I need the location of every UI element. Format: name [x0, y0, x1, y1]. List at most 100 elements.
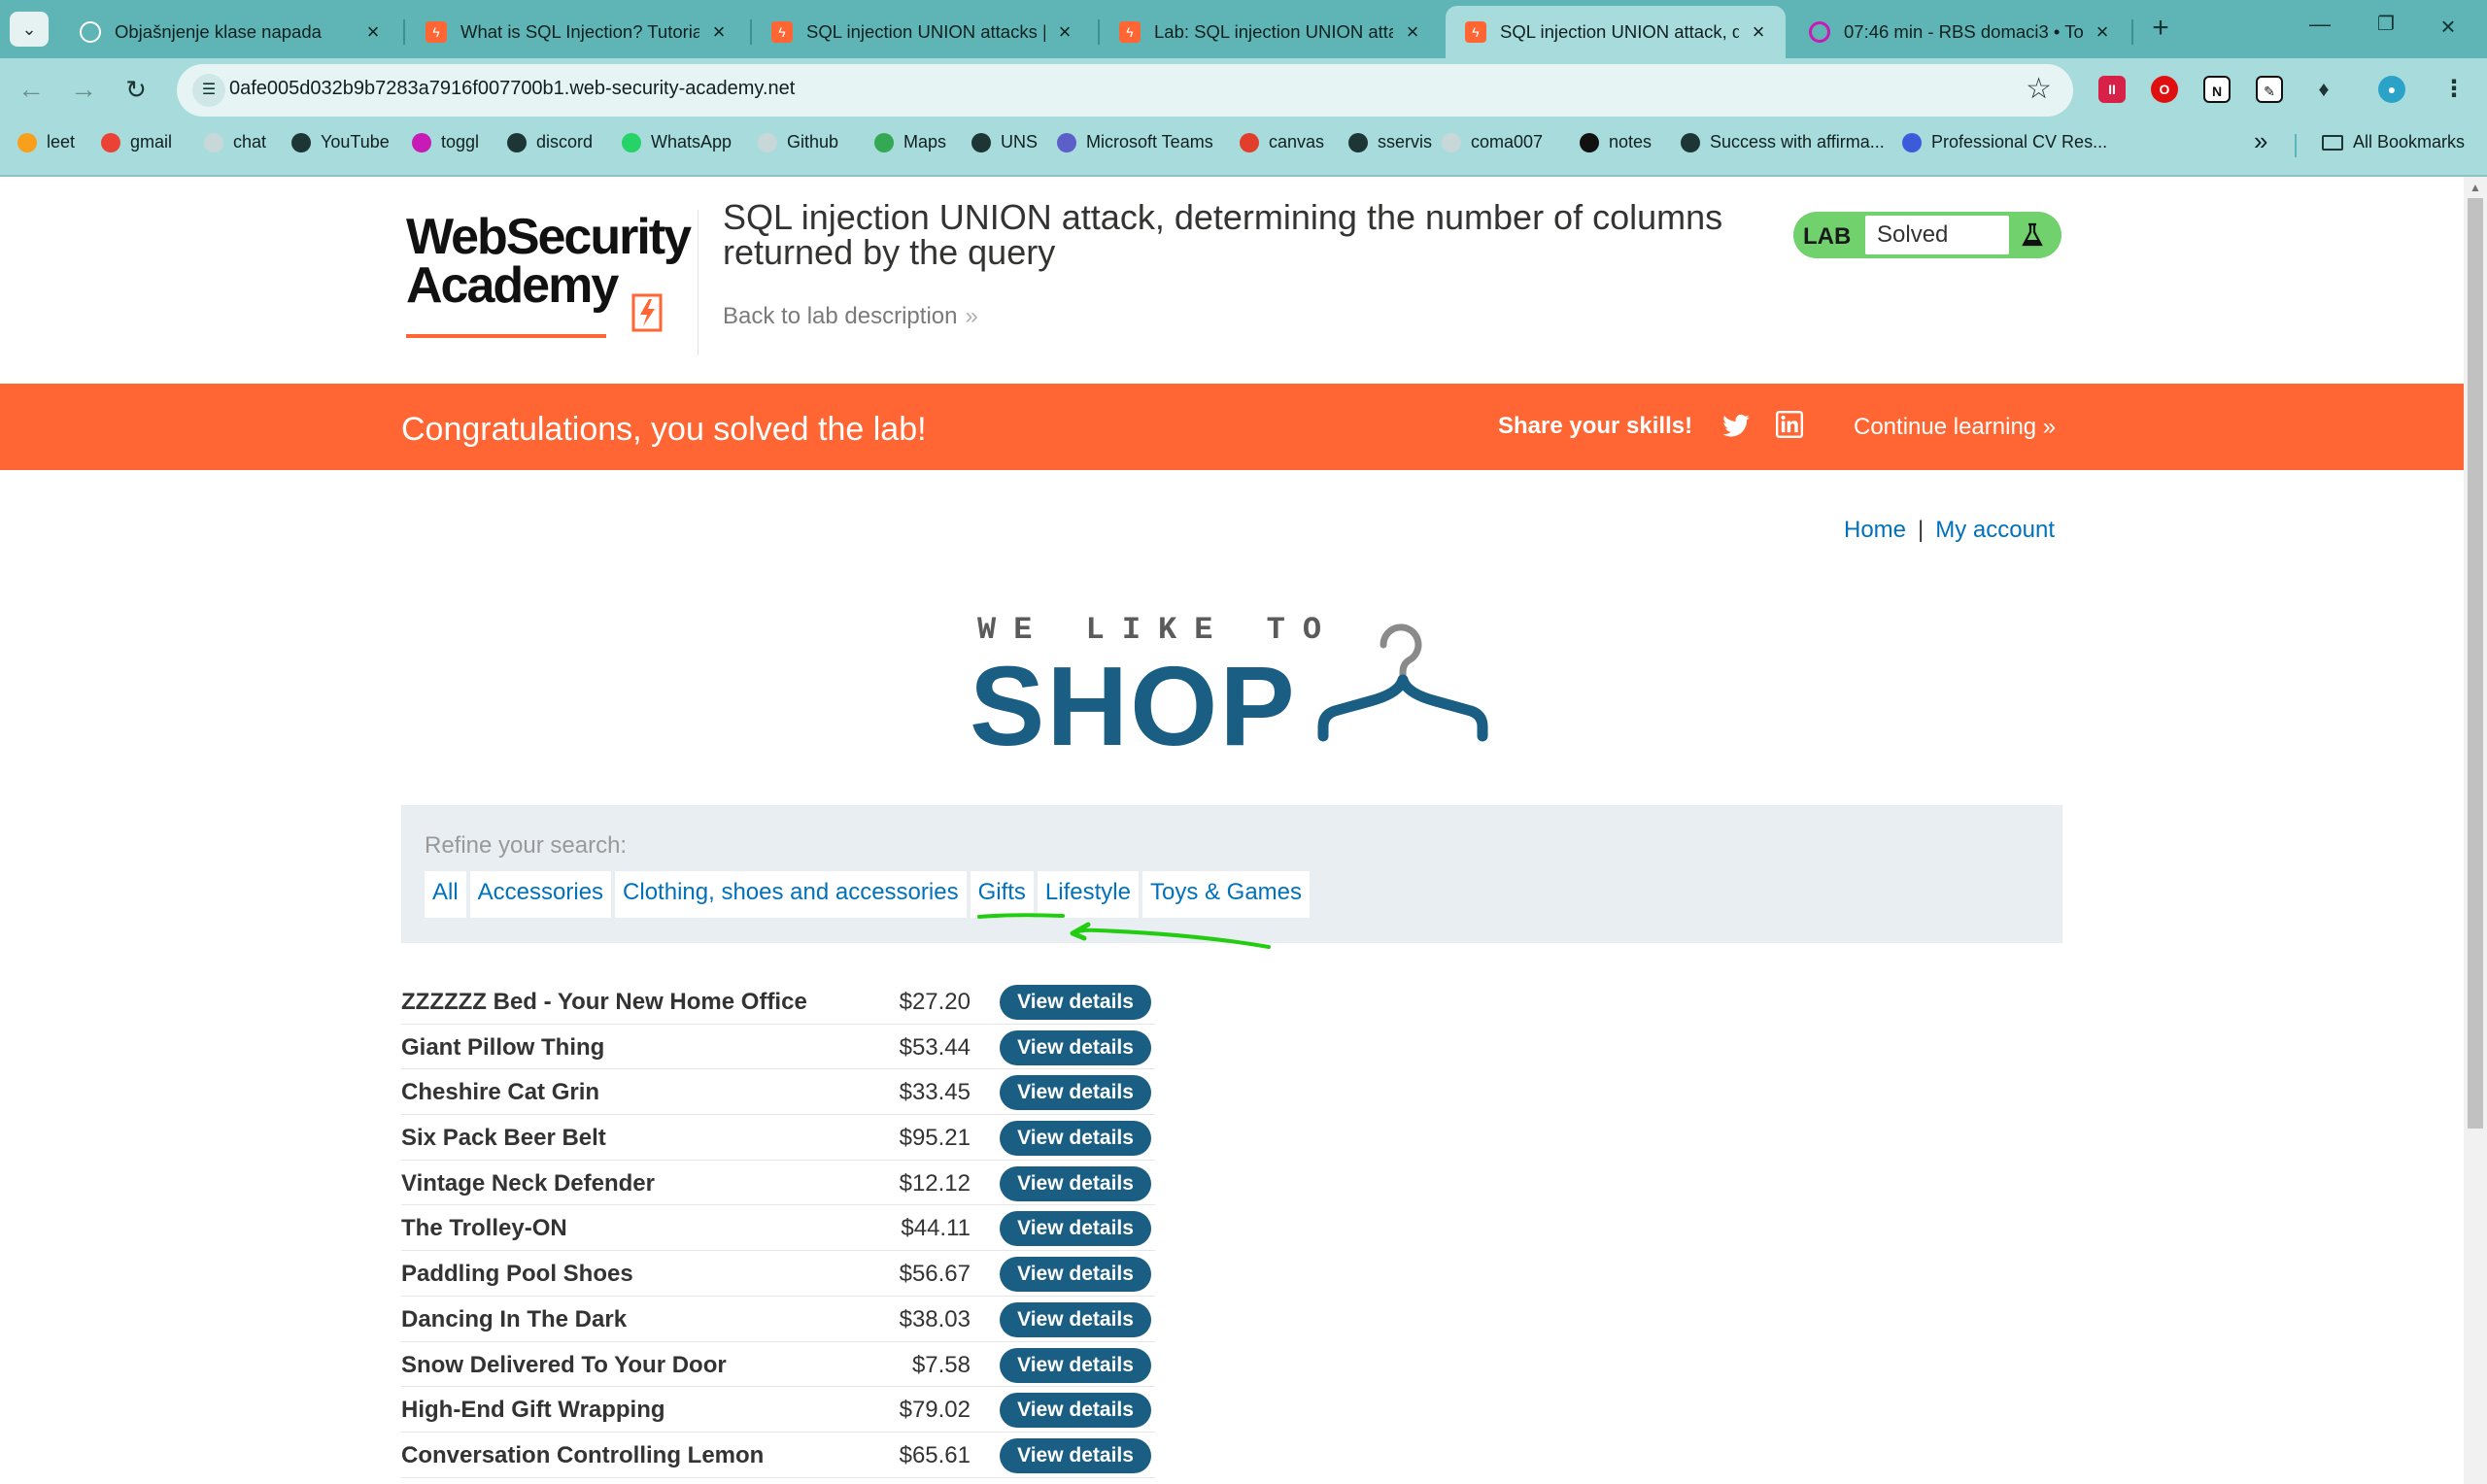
we-like-to-shop-logo: WE LIKE TO SHOP: [962, 612, 1506, 769]
bookmark-label: coma007: [1471, 132, 1544, 152]
back-link-label[interactable]: Back to lab description: [723, 303, 957, 329]
bookmark-uns[interactable]: UNS: [971, 132, 1038, 152]
all-bookmarks-folder[interactable]: All Bookmarks: [2322, 132, 2465, 152]
bookmark-discord[interactable]: discord: [507, 132, 593, 152]
notion-extension-icon[interactable]: N: [2203, 76, 2231, 103]
profile-avatar-icon[interactable]: ●: [2378, 76, 2405, 103]
product-price: $44.11: [901, 1215, 971, 1242]
web-security-academy-logo[interactable]: WebSecurity Academy: [402, 206, 694, 342]
bookmark-whatsapp[interactable]: WhatsApp: [622, 132, 732, 152]
category-accessories[interactable]: Accessories: [469, 871, 612, 918]
view-details-button[interactable]: View details: [1000, 1257, 1151, 1293]
twitter-icon[interactable]: [1721, 413, 1751, 440]
tab-title: What is SQL Injection? Tutorial: [460, 21, 699, 42]
back-to-description-link[interactable]: Back to lab description »: [723, 303, 978, 330]
tab-close-icon[interactable]: ×: [361, 19, 385, 45]
tab-close-icon[interactable]: ×: [707, 19, 731, 45]
linkedin-icon[interactable]: [1776, 411, 1803, 438]
bookmark-microsoft-teams[interactable]: Microsoft Teams: [1057, 132, 1213, 152]
bookmark-toggl[interactable]: toggl: [412, 132, 479, 152]
category-filters: Refine your search: All Accessories Clot…: [401, 805, 2062, 943]
pocket-extension-icon[interactable]: II: [2098, 76, 2126, 103]
more-bookmarks-chevron-icon[interactable]: »: [2254, 126, 2267, 156]
view-details-button[interactable]: View details: [1000, 1029, 1151, 1065]
minimize-icon[interactable]: —: [2300, 12, 2339, 37]
back-arrow-icon[interactable]: ←: [14, 72, 49, 107]
product-row: The Trolley-ON $44.11 View details: [401, 1205, 1155, 1252]
lab-badge: LAB: [1803, 223, 1852, 250]
continue-learning-link[interactable]: Continue learning »: [1854, 414, 2056, 441]
continue-learning-label[interactable]: Continue learning: [1854, 414, 2036, 440]
tab-5-active[interactable]: ϟ SQL injection UNION attack, de ×: [1446, 6, 1786, 58]
category-lifestyle[interactable]: Lifestyle: [1037, 871, 1139, 918]
tab-close-icon[interactable]: ×: [2091, 19, 2114, 45]
bookmark-leet[interactable]: leet: [17, 132, 75, 152]
bookmark-maps[interactable]: Maps: [874, 132, 946, 152]
restore-icon[interactable]: ❐: [2367, 12, 2405, 36]
tab-4[interactable]: ϟ Lab: SQL injection UNION attac ×: [1100, 6, 1440, 58]
view-details-button[interactable]: View details: [1000, 1121, 1151, 1157]
view-details-button[interactable]: View details: [1000, 1347, 1151, 1383]
bookmark-favicon-icon: [291, 132, 311, 152]
scroll-up-arrow-icon[interactable]: ▲: [2470, 181, 2481, 194]
reload-icon[interactable]: ↻: [119, 72, 153, 107]
bookmark-favicon-icon: [758, 132, 777, 152]
bookmark-favicon-icon: [622, 132, 641, 152]
extensions-puzzle-icon[interactable]: ♦: [2310, 76, 2337, 103]
bookmark-github[interactable]: Github: [758, 132, 838, 152]
product-row: High-End Gift Wrapping $79.02 View details: [401, 1387, 1155, 1433]
window-close-icon[interactable]: ×: [2429, 12, 2468, 42]
opera-extension-icon[interactable]: O: [2151, 76, 2178, 103]
bookmark-favicon-icon: [101, 132, 120, 152]
address-bar[interactable]: ☰ 0afe005d032b9b7283a7916f007700b1.web-s…: [177, 64, 2073, 117]
category-toys-games[interactable]: Toys & Games: [1141, 871, 1311, 918]
bookmark-chat[interactable]: chat: [204, 132, 266, 152]
bookmark-label: Maps: [903, 132, 947, 152]
bookmark-star-icon[interactable]: ☆: [2026, 72, 2052, 106]
note-extension-icon[interactable]: ✎: [2256, 76, 2283, 103]
bookmark-favicon-icon: [1240, 132, 1259, 152]
my-account-link[interactable]: My account: [1935, 517, 2055, 543]
bookmark-favicon-icon: [507, 132, 527, 152]
new-tab-plus-icon[interactable]: +: [2141, 12, 2180, 45]
view-details-button[interactable]: View details: [1000, 1393, 1151, 1429]
category-clothing[interactable]: Clothing, shoes and accessories: [615, 871, 967, 918]
nav-separator: |: [1918, 517, 1925, 543]
lab-status-widget: LAB Solved: [1793, 212, 2061, 258]
product-price: $79.02: [899, 1397, 971, 1424]
bookmark-notes[interactable]: notes: [1580, 132, 1652, 152]
menu-kebab-icon[interactable]: ⋮: [2440, 76, 2468, 103]
bookmark-canvas[interactable]: canvas: [1240, 132, 1324, 152]
tab-1[interactable]: Objašnjenje klase napada ×: [60, 6, 400, 58]
tab-2[interactable]: ϟ What is SQL Injection? Tutorial ×: [406, 6, 746, 58]
academy-header: WebSecurity Academy SQL injection UNION …: [0, 177, 2464, 384]
view-details-button[interactable]: View details: [1000, 985, 1151, 1020]
tab-close-icon[interactable]: ×: [1747, 19, 1770, 45]
bookmark-gmail[interactable]: gmail: [101, 132, 172, 152]
bookmark-youtube[interactable]: YouTube: [291, 132, 390, 152]
tab-close-icon[interactable]: ×: [1053, 19, 1076, 45]
tab-search-chevron-icon[interactable]: ⌄: [10, 12, 49, 47]
url-text[interactable]: 0afe005d032b9b7283a7916f007700b1.web-sec…: [229, 78, 795, 100]
forward-arrow-icon[interactable]: →: [66, 72, 101, 107]
tab-close-icon[interactable]: ×: [1401, 19, 1424, 45]
view-details-button[interactable]: View details: [1000, 1165, 1151, 1201]
page-scrollbar[interactable]: ▲: [2464, 177, 2487, 1484]
category-all[interactable]: All: [425, 871, 466, 918]
scrollbar-thumb[interactable]: [2468, 198, 2483, 1129]
bookmark-success-with-affirma[interactable]: Success with affirma...: [1681, 132, 1885, 152]
view-details-button[interactable]: View details: [1000, 1075, 1151, 1111]
bookmark-favicon-icon: [17, 132, 37, 152]
category-gifts[interactable]: Gifts: [970, 871, 1034, 918]
bookmark-professional-cv-res[interactable]: Professional CV Res...: [1902, 132, 2107, 152]
view-details-button[interactable]: View details: [1000, 1437, 1151, 1473]
view-details-button[interactable]: View details: [1000, 1301, 1151, 1337]
bookmark-coma007[interactable]: coma007: [1442, 132, 1543, 152]
tab-6[interactable]: 07:46 min - RBS domaci3 • Togg ×: [1789, 6, 2129, 58]
tab-title: Lab: SQL injection UNION attac: [1154, 21, 1393, 42]
tab-3[interactable]: ϟ SQL injection UNION attacks | W ×: [752, 6, 1092, 58]
site-info-icon[interactable]: ☰: [192, 74, 225, 107]
bookmark-sservis[interactable]: sservis: [1348, 132, 1432, 152]
view-details-button[interactable]: View details: [1000, 1211, 1151, 1247]
home-link[interactable]: Home: [1844, 517, 1906, 543]
